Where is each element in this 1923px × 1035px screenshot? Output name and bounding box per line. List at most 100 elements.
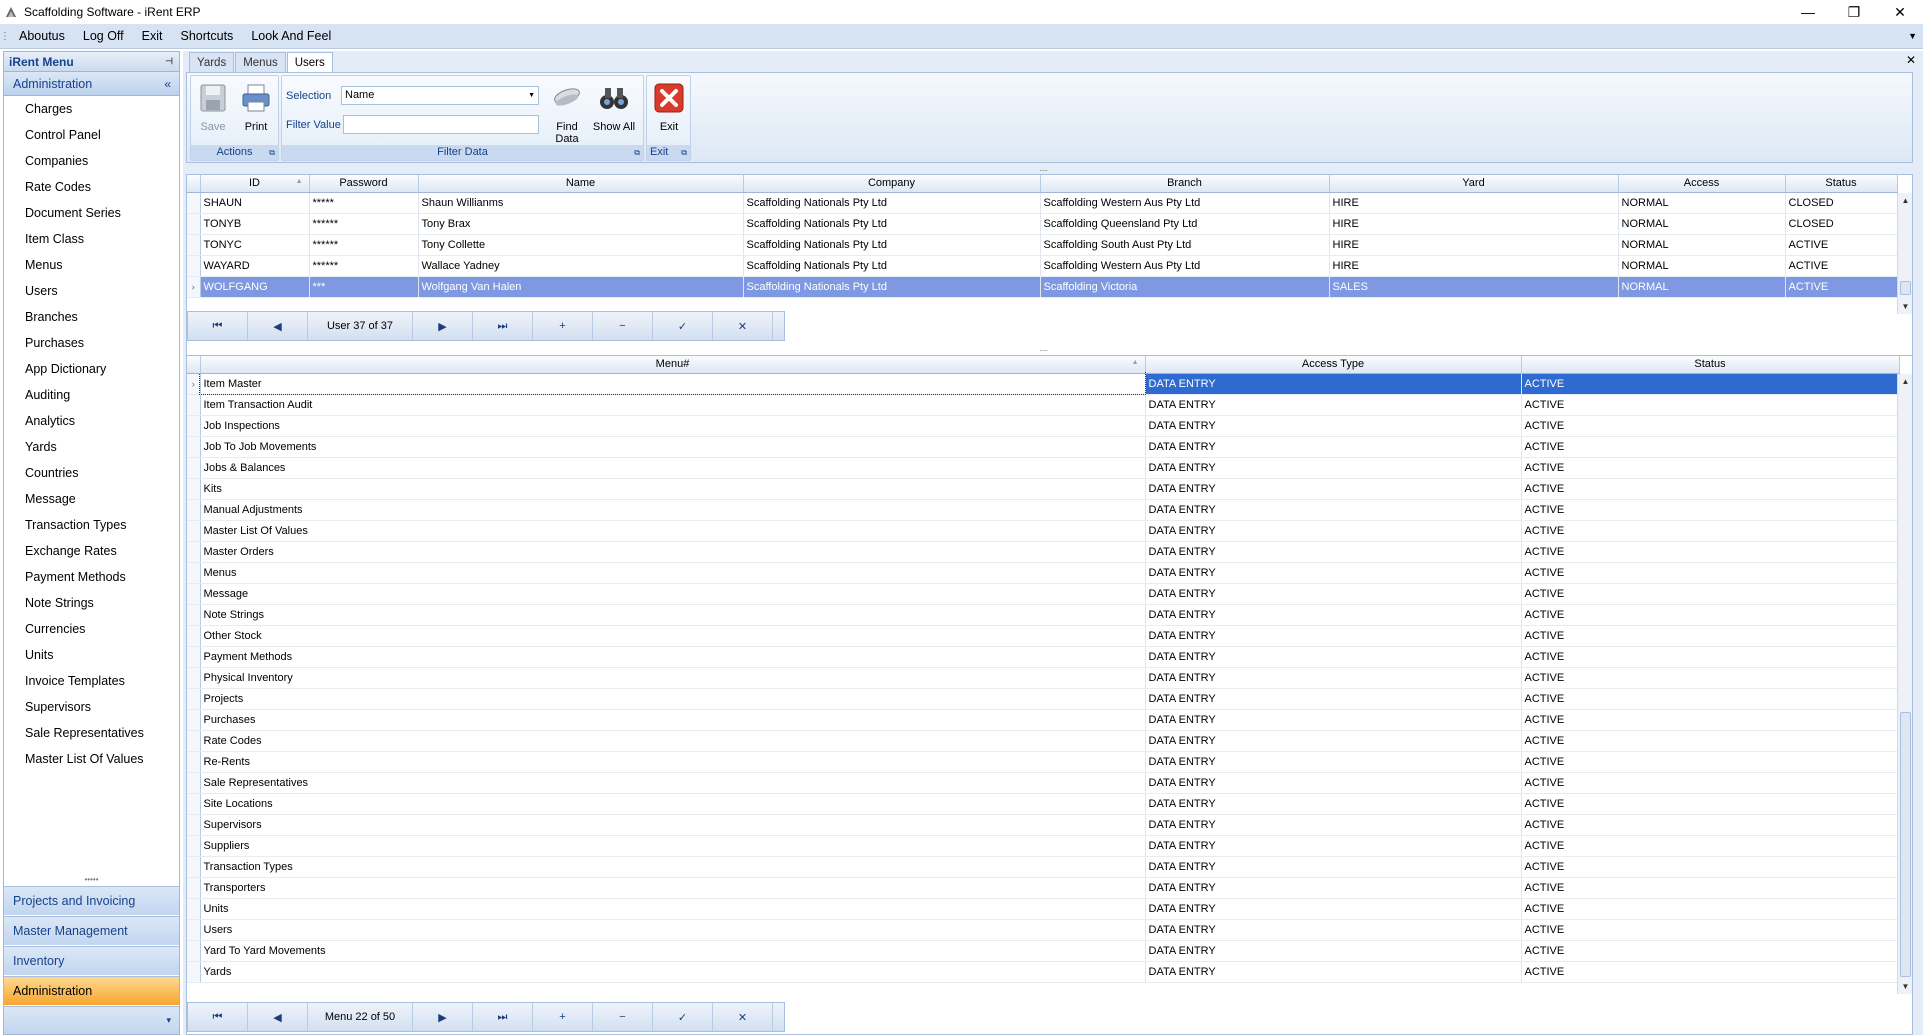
- cancel-edit-button[interactable]: ✕: [713, 1003, 773, 1031]
- table-row[interactable]: Users DATA ENTRY ACTIVE: [187, 919, 1900, 941]
- table-cell[interactable]: ACTIVE: [1521, 499, 1900, 521]
- row-indicator[interactable]: [187, 415, 201, 437]
- table-cell[interactable]: DATA ENTRY: [1145, 478, 1522, 500]
- table-cell[interactable]: DATA ENTRY: [1145, 583, 1522, 605]
- save-record-button[interactable]: ✓: [653, 1003, 713, 1031]
- col-header-menu[interactable]: Menu# ▲: [200, 356, 1146, 374]
- table-cell[interactable]: NORMAL: [1618, 192, 1786, 214]
- table-cell[interactable]: TONYB: [200, 213, 310, 235]
- table-cell[interactable]: Tony Brax: [418, 213, 744, 235]
- table-cell[interactable]: HIRE: [1329, 255, 1619, 277]
- row-indicator[interactable]: [187, 877, 201, 899]
- table-cell[interactable]: ACTIVE: [1521, 856, 1900, 878]
- save-record-button[interactable]: ✓: [653, 312, 713, 340]
- nav-group-projects-and-invoicing[interactable]: Projects and Invoicing: [4, 886, 179, 915]
- nav-item-master-list-of-values[interactable]: Master List Of Values: [4, 746, 179, 772]
- table-cell[interactable]: HIRE: [1329, 192, 1619, 214]
- table-cell[interactable]: Units: [200, 898, 1146, 920]
- table-cell[interactable]: Scaffolding Nationals Pty Ltd: [743, 213, 1041, 235]
- filter-value-input[interactable]: [343, 115, 539, 134]
- col-header-status[interactable]: Status: [1521, 356, 1900, 374]
- scroll-up-icon[interactable]: ▲: [1898, 193, 1912, 208]
- table-row[interactable]: Manual Adjustments DATA ENTRY ACTIVE: [187, 499, 1900, 521]
- table-cell[interactable]: Yards: [200, 961, 1146, 983]
- scroll-up-icon[interactable]: ▲: [1898, 374, 1912, 389]
- table-cell[interactable]: Job To Job Movements: [200, 436, 1146, 458]
- table-row[interactable]: TONYC ****** Tony Collette Scaffolding Nati…: [187, 234, 1898, 256]
- table-cell[interactable]: Re-Rents: [200, 751, 1146, 773]
- table-row[interactable]: › Item Master DATA ENTRY ACTIVE: [187, 372, 1900, 395]
- table-cell[interactable]: Kits: [200, 478, 1146, 500]
- table-cell[interactable]: ACTIVE: [1521, 625, 1900, 647]
- row-indicator[interactable]: [187, 541, 201, 563]
- table-cell[interactable]: DATA ENTRY: [1145, 856, 1522, 878]
- table-cell[interactable]: DATA ENTRY: [1145, 604, 1522, 626]
- nav-group-administration[interactable]: Administration «: [4, 72, 179, 96]
- table-row[interactable]: Other Stock DATA ENTRY ACTIVE: [187, 625, 1900, 647]
- table-cell[interactable]: ACTIVE: [1521, 646, 1900, 668]
- table-cell[interactable]: DATA ENTRY: [1145, 394, 1522, 416]
- tab-menus[interactable]: Menus: [235, 52, 286, 72]
- table-row[interactable]: TONYB ****** Tony Brax Scaffolding National…: [187, 213, 1898, 235]
- table-cell[interactable]: DATA ENTRY: [1145, 436, 1522, 458]
- table-row[interactable]: WAYARD ****** Wallace Yadney Scaffolding Na…: [187, 255, 1898, 277]
- col-header-access-type[interactable]: Access Type: [1145, 356, 1522, 374]
- table-row[interactable]: Yard To Yard Movements DATA ENTRY ACTIVE: [187, 940, 1900, 962]
- last-record-button[interactable]: ⏭: [473, 312, 533, 340]
- save-button[interactable]: Save: [193, 80, 233, 140]
- row-indicator[interactable]: [187, 688, 201, 710]
- table-cell[interactable]: DATA ENTRY: [1145, 625, 1522, 647]
- table-cell[interactable]: CLOSED: [1785, 213, 1898, 235]
- table-row[interactable]: Item Transaction Audit DATA ENTRY ACTIVE: [187, 394, 1900, 416]
- table-cell[interactable]: ******: [309, 213, 419, 235]
- col-header-access[interactable]: Access: [1618, 175, 1786, 193]
- table-cell[interactable]: Master Orders: [200, 541, 1146, 563]
- menu-shortcuts[interactable]: Shortcuts: [172, 24, 243, 49]
- row-indicator[interactable]: [187, 940, 201, 962]
- table-row[interactable]: Job To Job Movements DATA ENTRY ACTIVE: [187, 436, 1900, 458]
- nav-item-users[interactable]: Users: [4, 278, 179, 304]
- nav-item-invoice-templates[interactable]: Invoice Templates: [4, 668, 179, 694]
- table-cell[interactable]: *****: [309, 192, 419, 214]
- table-cell[interactable]: CLOSED: [1785, 192, 1898, 214]
- show-all-button[interactable]: Show All: [592, 80, 636, 140]
- row-indicator[interactable]: [187, 709, 201, 731]
- users-scrollbar[interactable]: ▲ ▼: [1897, 193, 1912, 314]
- row-indicator[interactable]: [187, 499, 201, 521]
- table-row[interactable]: Menus DATA ENTRY ACTIVE: [187, 562, 1900, 584]
- nav-group-master-management[interactable]: Master Management: [4, 916, 179, 945]
- table-cell[interactable]: Manual Adjustments: [200, 499, 1146, 521]
- nav-group-inventory[interactable]: Inventory: [4, 946, 179, 975]
- table-cell[interactable]: DATA ENTRY: [1145, 415, 1522, 437]
- nav-item-companies[interactable]: Companies: [4, 148, 179, 174]
- nav-item-yards[interactable]: Yards: [4, 434, 179, 460]
- row-indicator[interactable]: [187, 730, 201, 752]
- dialog-launcher-icon[interactable]: ⧉: [681, 145, 687, 160]
- table-cell[interactable]: ACTIVE: [1521, 772, 1900, 794]
- table-cell[interactable]: WOLFGANG: [200, 276, 310, 298]
- table-row[interactable]: Job Inspections DATA ENTRY ACTIVE: [187, 415, 1900, 437]
- scroll-thumb[interactable]: [1900, 281, 1911, 295]
- row-indicator[interactable]: [187, 814, 201, 836]
- table-cell[interactable]: Message: [200, 583, 1146, 605]
- row-indicator[interactable]: [187, 583, 201, 605]
- table-cell[interactable]: DATA ENTRY: [1145, 835, 1522, 857]
- table-cell[interactable]: DATA ENTRY: [1145, 541, 1522, 563]
- dialog-launcher-icon[interactable]: ⧉: [634, 145, 640, 160]
- table-cell[interactable]: ACTIVE: [1521, 562, 1900, 584]
- close-window-button[interactable]: ✕: [1877, 0, 1923, 24]
- scroll-down-icon[interactable]: ▼: [1898, 979, 1912, 994]
- table-cell[interactable]: Other Stock: [200, 625, 1146, 647]
- table-cell[interactable]: SHAUN: [200, 192, 310, 214]
- row-indicator[interactable]: [187, 234, 201, 256]
- table-cell[interactable]: Shaun Willianms: [418, 192, 744, 214]
- table-cell[interactable]: ACTIVE: [1785, 276, 1898, 298]
- table-cell[interactable]: DATA ENTRY: [1145, 499, 1522, 521]
- table-cell[interactable]: Physical Inventory: [200, 667, 1146, 689]
- row-indicator[interactable]: [187, 961, 201, 983]
- table-cell[interactable]: DATA ENTRY: [1145, 940, 1522, 962]
- find-data-button[interactable]: Find Data: [544, 80, 590, 145]
- nav-item-rate-codes[interactable]: Rate Codes: [4, 174, 179, 200]
- nav-item-note-strings[interactable]: Note Strings: [4, 590, 179, 616]
- last-record-button[interactable]: ⏭: [473, 1003, 533, 1031]
